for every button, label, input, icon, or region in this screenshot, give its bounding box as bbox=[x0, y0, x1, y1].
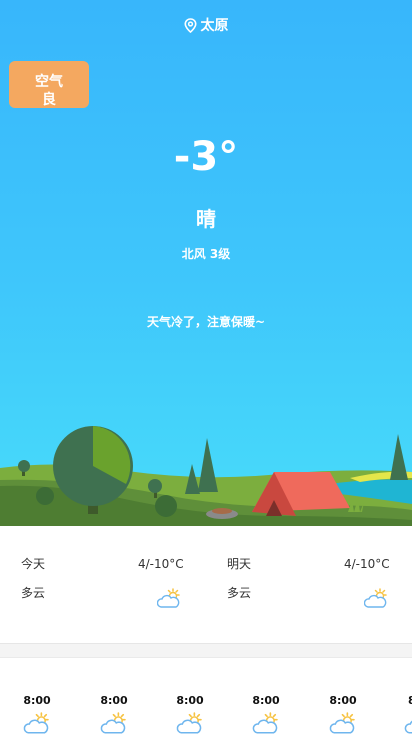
camping-landscape-illustration bbox=[0, 426, 412, 526]
location-header[interactable]: 太原 bbox=[0, 16, 412, 36]
air-quality-badge[interactable]: 空气 良 bbox=[9, 61, 89, 108]
partly-cloudy-icon bbox=[329, 712, 355, 734]
partly-cloudy-icon bbox=[404, 720, 412, 734]
forecast-tomorrow-condition: 多云 bbox=[227, 586, 252, 600]
partly-cloudy-icon bbox=[176, 712, 202, 734]
location-pin-icon bbox=[183, 18, 197, 34]
forecast-tomorrow-range: 4/-10°C bbox=[344, 557, 390, 571]
hourly-item[interactable]: 8 bbox=[394, 694, 412, 740]
hourly-item[interactable]: 8:00 bbox=[165, 694, 215, 740]
forecast-today-range: 4/-10°C bbox=[138, 557, 184, 571]
hourly-item[interactable]: 8:00 bbox=[12, 694, 62, 740]
partly-cloudy-icon bbox=[252, 712, 278, 734]
aqi-level: 良 bbox=[42, 92, 56, 108]
hourly-item[interactable]: 8:00 bbox=[318, 694, 368, 740]
hourly-time: 8 bbox=[408, 694, 412, 707]
current-temperature: -3° bbox=[173, 134, 239, 180]
weather-tip: 天气冷了，注意保暖~ bbox=[146, 315, 266, 329]
forecast-tomorrow-day: 明天 bbox=[227, 557, 252, 571]
partly-cloudy-icon bbox=[23, 712, 49, 734]
city-name: 太原 bbox=[200, 18, 229, 34]
forecast-today-day: 今天 bbox=[21, 557, 46, 571]
partly-cloudy-icon bbox=[157, 588, 180, 608]
forecast-today-condition: 多云 bbox=[21, 586, 46, 600]
hourly-time: 8:00 bbox=[100, 694, 128, 707]
hourly-time: 8:00 bbox=[23, 694, 51, 707]
partly-cloudy-icon bbox=[100, 712, 126, 734]
hourly-item[interactable]: 8:00 bbox=[89, 694, 139, 740]
wind-info: 北风 3级 bbox=[181, 247, 231, 261]
hourly-time: 8:00 bbox=[176, 694, 204, 707]
current-condition: 晴 bbox=[196, 207, 216, 231]
aqi-label: 空气 bbox=[35, 74, 63, 90]
hourly-time: 8:00 bbox=[252, 694, 280, 707]
partly-cloudy-icon bbox=[364, 588, 387, 608]
hourly-time: 8:00 bbox=[329, 694, 357, 707]
hourly-item[interactable]: 8:00 bbox=[241, 694, 291, 740]
weather-hero: 太原 空气 良 -3° 晴 北风 3级 天气冷了，注意保暖~ bbox=[0, 0, 412, 526]
section-divider bbox=[0, 643, 412, 658]
